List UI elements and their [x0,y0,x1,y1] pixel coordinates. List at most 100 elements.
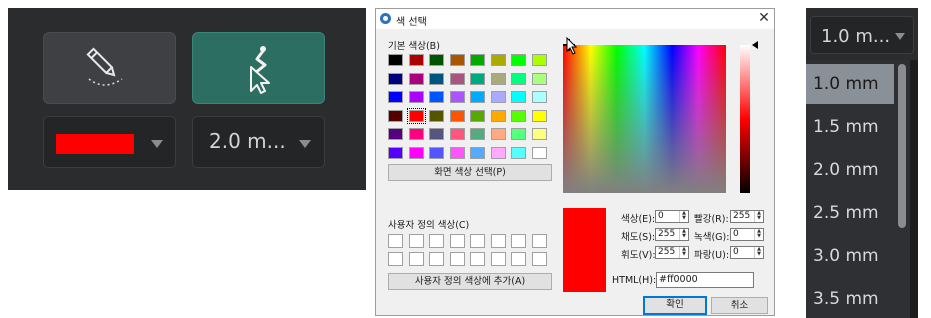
basic-color-swatch[interactable] [531,109,547,122]
basic-color-swatch[interactable] [388,109,403,122]
custom-color-swatch[interactable] [490,252,506,266]
app-icon [380,13,391,24]
custom-colors-label: 사용자 정의 색상(C) [388,220,470,231]
basic-color-swatch[interactable] [470,72,485,85]
stroke-width-options: 1.0 mm 1.5 mm 2.0 mm 2.5 mm 3.0 mm 3.5 mm [806,60,910,318]
custom-color-swatch[interactable] [449,234,465,248]
basic-color-swatch[interactable] [490,109,506,122]
basic-color-swatch[interactable] [511,91,526,103]
hue-saturation-spectrum[interactable] [563,39,726,193]
basic-color-swatch[interactable] [531,72,547,85]
basic-color-swatch[interactable] [429,54,444,66]
basic-color-swatch[interactable] [449,54,465,66]
basic-color-swatch[interactable] [429,72,444,85]
basic-color-swatch[interactable] [490,91,506,103]
basic-color-swatch[interactable] [470,146,485,159]
html-hex-input[interactable]: #ff0000 [656,272,754,288]
pencil-icon [86,47,123,86]
basic-color-swatch[interactable] [388,128,403,140]
basic-color-swatch[interactable] [511,128,526,140]
basic-color-swatch[interactable] [449,146,465,159]
saturation-label: 채도(S): [621,232,656,243]
cancel-button[interactable]: 취소 [711,297,768,314]
value-spinbox[interactable]: 255 ▲ ▼ [655,246,689,259]
red-spinbox[interactable]: 255 ▲ ▼ [730,210,764,223]
slider-arrow-icon[interactable] [752,41,758,49]
basic-color-swatch[interactable] [449,128,465,140]
basic-color-swatch[interactable] [511,146,526,159]
custom-color-swatch[interactable] [470,252,485,266]
close-icon[interactable]: ✕ [756,10,772,26]
saturation-spinbox[interactable]: 255 ▲ ▼ [655,228,689,241]
chevron-down-icon [299,140,311,148]
stroke-width-option[interactable]: 3.5 mm [806,279,894,318]
list-scrollbar-thumb[interactable] [898,64,906,228]
basic-color-swatch[interactable] [429,109,444,122]
stroke-width-option[interactable]: 2.0 mm [806,150,894,190]
stroke-width-dropdown-open[interactable]: 1.0 m... [810,16,914,54]
basic-color-swatch[interactable] [531,54,547,66]
custom-color-swatch[interactable] [429,234,444,248]
stroke-width-option[interactable]: 1.5 mm [806,107,894,147]
ok-button[interactable]: 확인 [643,296,707,315]
basic-color-swatch[interactable] [531,91,547,103]
laser-pointer-tool-button[interactable] [192,32,325,104]
add-custom-color-button[interactable]: 사용자 정의 색상에 추가(A) [388,273,552,290]
stroke-width-option[interactable]: 1.0 mm [806,64,894,104]
custom-color-swatch[interactable] [531,234,547,248]
custom-color-swatch[interactable] [531,252,547,266]
basic-color-swatch[interactable] [470,128,485,140]
custom-color-swatch[interactable] [429,252,444,266]
stroke-width-value: 2.0 m... [209,129,286,153]
basic-color-swatch[interactable] [388,146,403,159]
stroke-width-option[interactable]: 3.0 mm [806,236,894,276]
basic-color-swatch[interactable] [490,146,506,159]
basic-color-swatch[interactable] [531,128,547,140]
basic-color-swatch[interactable] [470,54,485,66]
pen-tool-button[interactable] [43,32,176,104]
basic-color-swatch[interactable] [511,54,526,66]
stroke-width-dropdown[interactable]: 2.0 m... [192,116,325,168]
basic-color-swatch[interactable] [531,146,547,159]
green-spinbox[interactable]: 0 ▲ ▼ [730,228,764,241]
pick-screen-color-button[interactable]: 화면 색상 선택(P) [388,164,552,181]
basic-color-swatch[interactable] [408,72,424,85]
custom-color-swatch[interactable] [388,252,403,266]
custom-color-swatch[interactable] [408,252,424,266]
red-label: 빨강(R): [694,214,729,225]
basic-color-swatch[interactable] [388,91,403,103]
html-label: HTML(H): [612,275,657,286]
blue-spinbox[interactable]: 0 ▲ ▼ [730,246,764,259]
luminance-slider[interactable] [740,45,750,193]
basic-color-swatch[interactable] [470,109,485,122]
basic-color-swatch[interactable] [408,91,424,103]
basic-color-swatch[interactable] [449,72,465,85]
basic-color-swatch[interactable] [408,54,424,66]
basic-color-swatch[interactable] [429,146,444,159]
basic-color-swatch[interactable] [511,72,526,85]
basic-color-swatch[interactable] [406,107,426,124]
hue-spinbox[interactable]: 0 ▲ ▼ [655,210,689,223]
basic-color-swatch[interactable] [449,91,465,103]
basic-color-swatch[interactable] [490,54,506,66]
basic-color-swatch[interactable] [511,109,526,122]
custom-color-swatch[interactable] [408,234,424,248]
basic-color-swatch[interactable] [490,128,506,140]
color-dropdown[interactable] [43,116,176,168]
custom-color-swatch[interactable] [490,234,506,248]
basic-color-swatch[interactable] [490,72,506,85]
custom-color-swatch[interactable] [388,234,403,248]
custom-color-swatch[interactable] [470,234,485,248]
basic-color-swatch[interactable] [470,91,485,103]
basic-color-swatch[interactable] [388,54,403,66]
basic-color-swatch[interactable] [408,128,424,140]
basic-color-swatch[interactable] [429,91,444,103]
basic-color-swatch[interactable] [388,72,403,85]
stroke-width-option[interactable]: 2.5 mm [806,193,894,233]
basic-color-swatch[interactable] [408,146,424,159]
basic-color-swatch[interactable] [429,128,444,140]
custom-color-swatch[interactable] [449,252,465,266]
custom-color-swatch[interactable] [511,252,526,266]
custom-color-swatch[interactable] [511,234,526,248]
basic-color-swatch[interactable] [449,109,465,122]
